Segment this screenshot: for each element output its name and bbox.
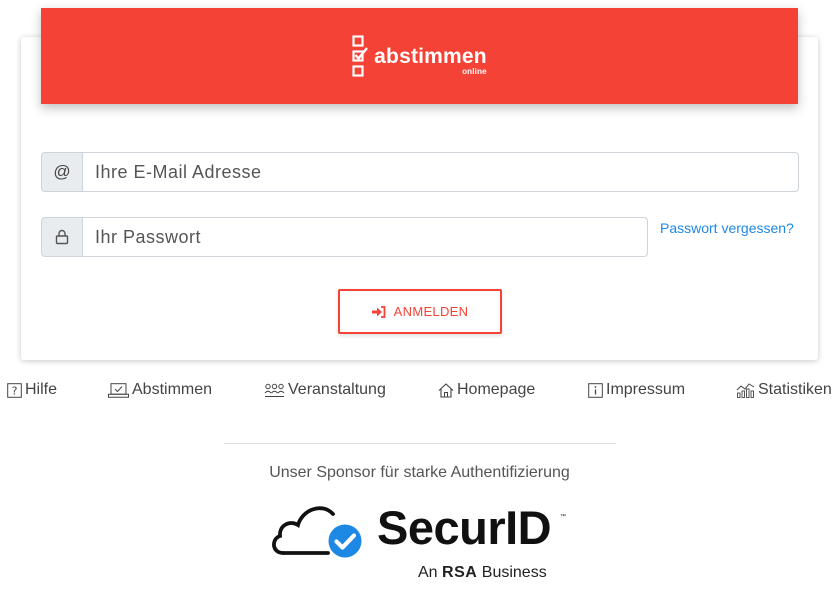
ballot-icon [108, 382, 129, 398]
login-button[interactable]: ANMELDEN [338, 289, 502, 334]
at-icon: @ [41, 152, 82, 192]
rsa-byline: An RSA Business [418, 564, 547, 582]
nav-label: Statistiken [758, 381, 832, 398]
nav-label: Hilfe [25, 381, 58, 398]
sign-in-icon [371, 305, 386, 318]
brand-header: abstimmen online [41, 8, 798, 104]
abstimmen-logo: abstimmen online [352, 35, 487, 77]
logo-subtitle: online [462, 66, 487, 76]
password-group [41, 217, 648, 257]
sponsor-divider [224, 443, 616, 444]
nav-item-statistiken[interactable]: Statistiken [736, 381, 832, 399]
forgot-password-link[interactable]: Passwort vergessen? [660, 220, 794, 236]
logo-wordmark: abstimmen online [374, 44, 487, 76]
svg-text:?: ? [12, 384, 18, 397]
email-field[interactable] [82, 152, 799, 192]
securid-logo[interactable]: SecurID ™ An RSA Business [270, 498, 570, 588]
nav-item-homepage[interactable]: Homepage [438, 381, 535, 399]
info-icon [588, 382, 603, 398]
rsa-brand: RSA [442, 564, 478, 581]
login-button-label: ANMELDEN [393, 304, 469, 319]
stats-icon [736, 383, 755, 398]
lock-glyph [55, 229, 69, 245]
group-icon [264, 383, 285, 397]
nav-label: Abstimmen [132, 381, 213, 398]
email-group: @ [41, 152, 799, 192]
password-field[interactable] [82, 217, 648, 257]
footer-nav: ? Hilfe Abstimmen Veranstaltung Homepage [0, 381, 839, 401]
checklist-icon [352, 35, 369, 77]
help-icon: ? [7, 382, 22, 398]
logo-title: abstimmen [374, 44, 487, 68]
nav-item-abstimmen[interactable]: Abstimmen [108, 381, 212, 399]
nav-label: Veranstaltung [288, 381, 386, 398]
nav-item-impressum[interactable]: Impressum [588, 381, 685, 399]
nav-item-hilfe[interactable]: ? Hilfe [7, 381, 57, 399]
trademark-symbol: ™ [560, 514, 566, 520]
nav-item-veranstaltung[interactable]: Veranstaltung [264, 381, 386, 399]
at-symbol: @ [53, 162, 71, 181]
nav-label: Impressum [606, 381, 686, 398]
lock-icon [41, 217, 82, 257]
home-icon [438, 382, 454, 398]
cloud-check-icon [272, 506, 362, 558]
sponsor-text: Unser Sponsor für starke Authentifizieru… [269, 464, 570, 481]
nav-label: Homepage [457, 381, 536, 398]
byline-suffix: Business [481, 564, 547, 581]
securid-wordmark: SecurID [377, 501, 552, 554]
byline-prefix: An [418, 564, 438, 581]
